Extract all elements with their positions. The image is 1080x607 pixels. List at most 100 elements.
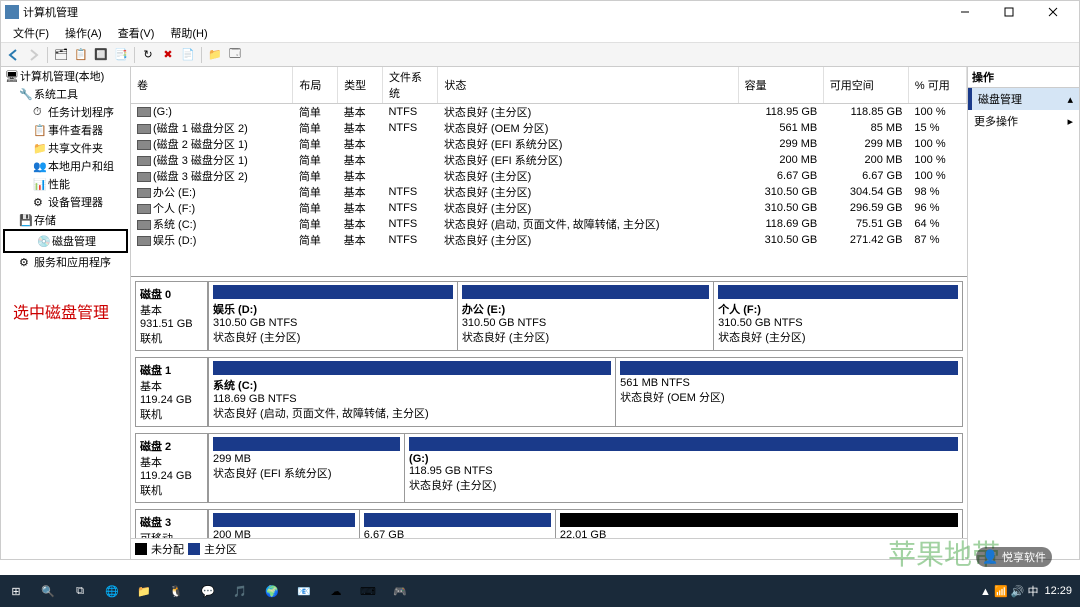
menu-help[interactable]: 帮助(H) — [162, 23, 215, 43]
tree-item-devmgr[interactable]: ⚙设备管理器 — [1, 193, 130, 211]
partition[interactable]: (G:)118.95 GB NTFS状态良好 (主分区) — [404, 434, 962, 502]
legend-unalloc: 未分配 — [151, 541, 184, 557]
volume-table[interactable]: 卷 布局 类型 文件系统 状态 容量 可用空间 % 可用 (G:)简单基本NTF… — [131, 67, 967, 248]
menu-action[interactable]: 操作(A) — [57, 23, 110, 43]
tree-root[interactable]: 🖥计算机管理(本地) — [1, 67, 130, 85]
delete-icon[interactable]: ✖ — [159, 46, 177, 64]
back-icon[interactable] — [5, 46, 23, 64]
tree-item-perf[interactable]: 📊性能 — [1, 175, 130, 193]
tree-item-shared[interactable]: 📁共享文件夹 — [1, 139, 130, 157]
disk-graphics-area: 磁盘 0基本931.51 GB联机娱乐 (D:)310.50 GB NTFS状态… — [131, 277, 967, 538]
partition[interactable]: 办公 (E:)310.50 GB NTFS状态良好 (主分区) — [457, 282, 713, 350]
legend-primary: 主分区 — [204, 541, 237, 557]
close-button[interactable] — [1031, 2, 1075, 22]
col-status[interactable]: 状态 — [438, 67, 738, 104]
taskbar-app[interactable]: 💬 — [192, 577, 224, 605]
tree-item-task[interactable]: ⏱任务计划程序 — [1, 103, 130, 121]
tree-item-services[interactable]: ⚙服务和应用程序 — [1, 253, 130, 271]
window-title: 计算机管理 — [23, 4, 943, 20]
partition[interactable]: 299 MB状态良好 (EFI 系统分区) — [208, 434, 404, 502]
tray-icons[interactable]: ▲ 📶 🔊 中 — [980, 583, 1038, 599]
toolbar-icon[interactable]: 📑 — [112, 46, 130, 64]
menu-file[interactable]: 文件(F) — [5, 23, 57, 43]
start-button[interactable]: ⊞ — [0, 577, 32, 605]
table-row[interactable]: (磁盘 1 磁盘分区 2)简单基本NTFS状态良好 (OEM 分区)561 MB… — [131, 120, 967, 136]
partition[interactable]: 561 MB NTFS状态良好 (OEM 分区) — [615, 358, 962, 426]
taskbar-app[interactable]: 🎮 — [384, 577, 416, 605]
taskbar-app[interactable]: 🎵 — [224, 577, 256, 605]
col-volume[interactable]: 卷 — [131, 67, 293, 104]
partition[interactable]: 系统 (C:)118.69 GB NTFS状态良好 (启动, 页面文件, 故障转… — [208, 358, 615, 426]
search-icon[interactable]: 🔍 — [32, 577, 64, 605]
col-fs[interactable]: 文件系统 — [382, 67, 437, 104]
legend-unalloc-icon — [135, 543, 147, 555]
toolbar-icon[interactable]: 🔲 — [92, 46, 110, 64]
disk-info[interactable]: 磁盘 2基本119.24 GB联机 — [136, 434, 208, 502]
table-row[interactable]: 个人 (F:)简单基本NTFS状态良好 (主分区)310.50 GB296.59… — [131, 200, 967, 216]
disk-info[interactable]: 磁盘 0基本931.51 GB联机 — [136, 282, 208, 350]
toolbar: 🗂 📋 🔲 📑 ↻ ✖ 📄 📁 🗔 — [1, 43, 1079, 67]
taskview-icon[interactable]: ⧉ — [64, 577, 96, 605]
tree-item-diskmgmt[interactable]: 💿磁盘管理 — [5, 232, 126, 250]
app-icon — [5, 5, 19, 19]
clock[interactable]: 12:29 — [1044, 585, 1072, 597]
legend-primary-icon — [188, 543, 200, 555]
minimize-button[interactable] — [943, 2, 987, 22]
tree-item-event[interactable]: 📋事件查看器 — [1, 121, 130, 139]
taskbar-app[interactable]: 🌐 — [96, 577, 128, 605]
refresh-icon[interactable]: ↻ — [139, 46, 157, 64]
disk-management-window: 计算机管理 文件(F) 操作(A) 查看(V) 帮助(H) 🗂 📋 🔲 📑 ↻ … — [0, 0, 1080, 560]
col-layout[interactable]: 布局 — [293, 67, 338, 104]
col-pct[interactable]: % 可用 — [908, 67, 966, 104]
taskbar-app[interactable]: 🐧 — [160, 577, 192, 605]
disk-row: 磁盘 1基本119.24 GB联机系统 (C:)118.69 GB NTFS状态… — [135, 357, 963, 427]
menu-view[interactable]: 查看(V) — [110, 23, 163, 43]
toolbar-icon[interactable]: 📁 — [206, 46, 224, 64]
disk-info[interactable]: 磁盘 3可移动28.88 GB联机 — [136, 510, 208, 538]
toolbar-icon[interactable]: 📄 — [179, 46, 197, 64]
taskbar-app[interactable]: ⌨ — [352, 577, 384, 605]
main-area: 🖥计算机管理(本地) 🔧系统工具 ⏱任务计划程序 📋事件查看器 📁共享文件夹 👥… — [1, 67, 1079, 559]
actions-title: 操作 — [968, 67, 1079, 88]
actions-panel: 操作 磁盘管理▴ 更多操作▸ — [967, 67, 1079, 559]
taskbar-app[interactable]: 📁 — [128, 577, 160, 605]
toolbar-icon[interactable]: 🗂 — [52, 46, 70, 64]
toolbar-icon[interactable]: 🗔 — [226, 46, 244, 64]
watermark-source: 👤 悦享软件 — [976, 547, 1052, 567]
titlebar[interactable]: 计算机管理 — [1, 1, 1079, 23]
legend: 未分配 主分区 — [131, 538, 967, 559]
table-row[interactable]: (G:)简单基本NTFS状态良好 (主分区)118.95 GB118.85 GB… — [131, 104, 967, 121]
actions-more[interactable]: 更多操作▸ — [968, 110, 1079, 132]
taskbar-app[interactable]: ☁ — [320, 577, 352, 605]
actions-diskmgmt[interactable]: 磁盘管理▴ — [968, 88, 1079, 110]
content-panel: 卷 布局 类型 文件系统 状态 容量 可用空间 % 可用 (G:)简单基本NTF… — [131, 67, 967, 559]
taskbar-app[interactable]: 📧 — [288, 577, 320, 605]
col-type[interactable]: 类型 — [338, 67, 383, 104]
tree-item-storage[interactable]: 💾存储 — [1, 211, 130, 229]
collapse-icon: ▴ — [1067, 93, 1073, 106]
partition[interactable]: 200 MB状态良好 (EFI 系统分区) — [208, 510, 359, 538]
menubar: 文件(F) 操作(A) 查看(V) 帮助(H) — [1, 23, 1079, 43]
disk-row: 磁盘 0基本931.51 GB联机娱乐 (D:)310.50 GB NTFS状态… — [135, 281, 963, 351]
chevron-right-icon: ▸ — [1067, 115, 1073, 128]
table-row[interactable]: 娱乐 (D:)简单基本NTFS状态良好 (主分区)310.50 GB271.42… — [131, 232, 967, 248]
table-row[interactable]: 办公 (E:)简单基本NTFS状态良好 (主分区)310.50 GB304.54… — [131, 184, 967, 200]
table-row[interactable]: (磁盘 2 磁盘分区 1)简单基本状态良好 (EFI 系统分区)299 MB29… — [131, 136, 967, 152]
tree-sys-tools[interactable]: 🔧系统工具 — [1, 85, 130, 103]
table-row[interactable]: (磁盘 3 磁盘分区 2)简单基本状态良好 (主分区)6.67 GB6.67 G… — [131, 168, 967, 184]
table-row[interactable]: (磁盘 3 磁盘分区 1)简单基本状态良好 (EFI 系统分区)200 MB20… — [131, 152, 967, 168]
col-free[interactable]: 可用空间 — [823, 67, 908, 104]
system-tray[interactable]: ▲ 📶 🔊 中 12:29 — [980, 583, 1080, 599]
table-row[interactable]: 系统 (C:)简单基本NTFS状态良好 (启动, 页面文件, 故障转储, 主分区… — [131, 216, 967, 232]
disk-info[interactable]: 磁盘 1基本119.24 GB联机 — [136, 358, 208, 426]
tree-item-users[interactable]: 👥本地用户和组 — [1, 157, 130, 175]
taskbar[interactable]: ⊞ 🔍 ⧉ 🌐 📁 🐧 💬 🎵 🌍 📧 ☁ ⌨ 🎮 ▲ 📶 🔊 中 12:29 — [0, 575, 1080, 607]
col-cap[interactable]: 容量 — [738, 67, 823, 104]
partition[interactable]: 个人 (F:)310.50 GB NTFS状态良好 (主分区) — [713, 282, 962, 350]
maximize-button[interactable] — [987, 2, 1031, 22]
taskbar-app[interactable]: 🌍 — [256, 577, 288, 605]
toolbar-icon[interactable]: 📋 — [72, 46, 90, 64]
partition[interactable]: 娱乐 (D:)310.50 GB NTFS状态良好 (主分区) — [208, 282, 457, 350]
partition[interactable]: 6.67 GB状态良好 (主分区) — [359, 510, 555, 538]
forward-icon[interactable] — [25, 46, 43, 64]
